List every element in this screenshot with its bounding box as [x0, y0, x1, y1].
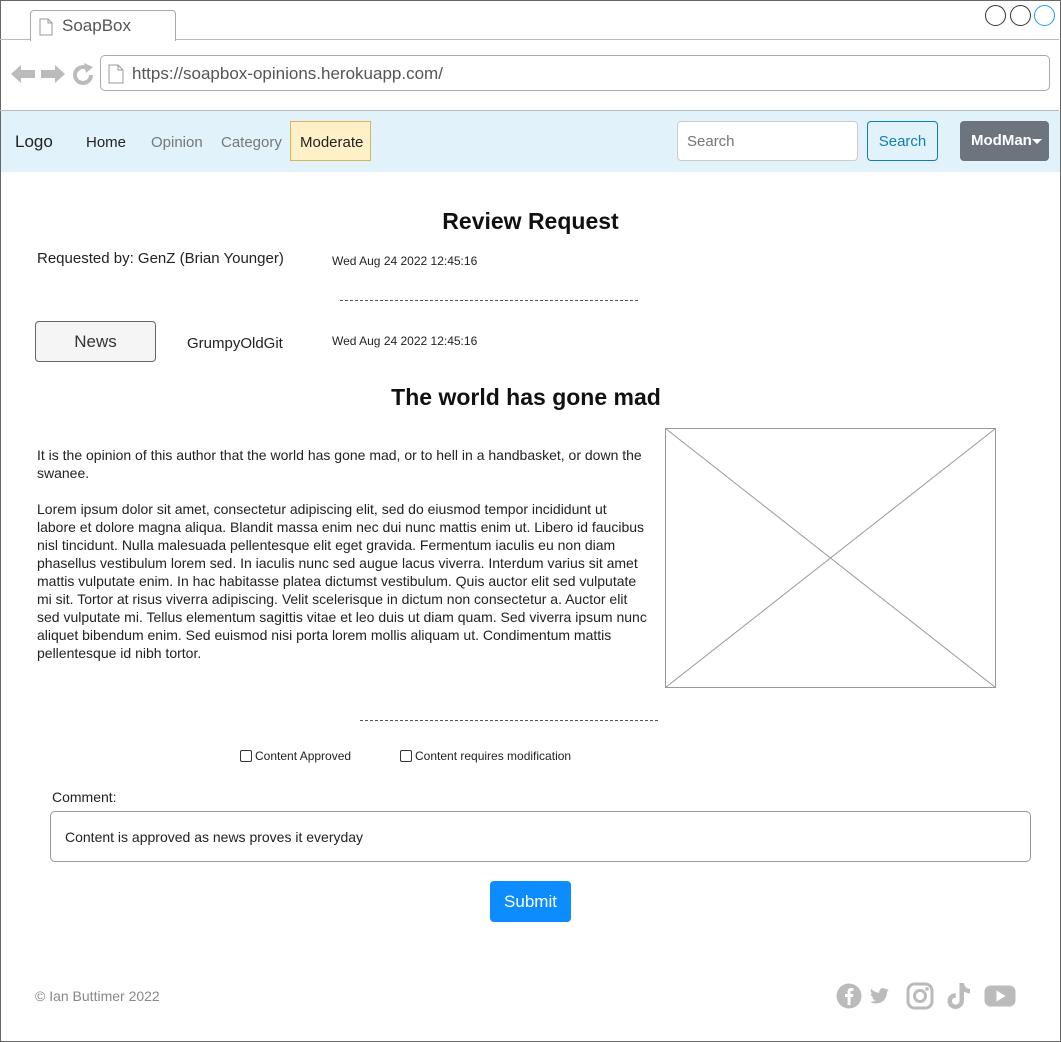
browser-tab[interactable]: SoapBox — [30, 10, 176, 41]
address-bar-row: https://soapbox-opinions.herokuapp.com/ — [0, 41, 1059, 111]
search-input[interactable] — [677, 121, 858, 161]
facebook-icon[interactable] — [836, 982, 862, 1010]
opinion-date: Wed Aug 24 2022 12:45:16 — [332, 334, 478, 348]
approved-checkbox[interactable] — [240, 750, 252, 762]
reload-icon[interactable] — [71, 63, 95, 87]
modification-checkbox[interactable] — [400, 750, 412, 762]
copyright-text: © Ian Buttimer 2022 — [35, 988, 160, 1004]
image-placeholder — [665, 428, 996, 688]
opinion-intro: It is the opinion of this author that th… — [37, 447, 642, 481]
requested-by: Requested by: GenZ (Brian Younger) — [37, 250, 284, 267]
category-badge[interactable]: News — [35, 321, 156, 362]
tab-strip: SoapBox — [0, 0, 1059, 41]
caret-down-icon — [1032, 139, 1042, 144]
tiktok-icon[interactable] — [946, 982, 972, 1010]
comment-label: Comment: — [52, 789, 117, 805]
nav-link-category[interactable]: Category — [221, 134, 282, 151]
instagram-icon[interactable] — [906, 982, 934, 1010]
opinion-body: Lorem ipsum dolor sit amet, consectetur … — [37, 501, 647, 661]
opinion-content: It is the opinion of this author that th… — [37, 446, 649, 680]
nav-link-moderate[interactable]: Moderate — [290, 121, 371, 161]
brand-logo[interactable]: Logo — [15, 132, 53, 152]
divider — [360, 720, 658, 721]
site-navbar: Logo Home Opinion Category Moderate Sear… — [1, 111, 1060, 172]
nav-link-home[interactable]: Home — [86, 134, 126, 151]
twitter-icon[interactable] — [870, 988, 889, 1004]
page-title: Review Request — [442, 208, 619, 234]
back-arrow-icon[interactable] — [10, 63, 36, 85]
nav-link-opinion[interactable]: Opinion — [151, 134, 203, 151]
tab-title: SoapBox — [62, 16, 131, 35]
user-menu-label: ModMan — [971, 132, 1032, 149]
user-menu-button[interactable]: ModMan — [960, 121, 1049, 161]
modification-label: Content requires modification — [415, 749, 572, 763]
submit-button[interactable]: Submit — [490, 881, 571, 922]
page-icon — [108, 64, 124, 84]
page-icon — [39, 18, 53, 36]
youtube-icon[interactable] — [984, 985, 1016, 1007]
url-field[interactable]: https://soapbox-opinions.herokuapp.com/ — [100, 55, 1050, 91]
close-button[interactable] — [1034, 5, 1055, 26]
url-text: https://soapbox-opinions.herokuapp.com/ — [132, 64, 443, 83]
request-date: Wed Aug 24 2022 12:45:16 — [332, 254, 478, 268]
opinion-author: GrumpyOldGit — [187, 335, 283, 352]
comment-field[interactable]: Content is approved as news proves it ev… — [50, 811, 1031, 862]
minimize-button[interactable] — [985, 5, 1006, 26]
maximize-button[interactable] — [1010, 5, 1031, 26]
forward-arrow-icon[interactable] — [40, 63, 66, 85]
search-button[interactable]: Search — [867, 121, 938, 161]
opinion-title: The world has gone mad — [391, 384, 661, 410]
approved-label: Content Approved — [255, 749, 352, 763]
divider — [340, 300, 638, 301]
